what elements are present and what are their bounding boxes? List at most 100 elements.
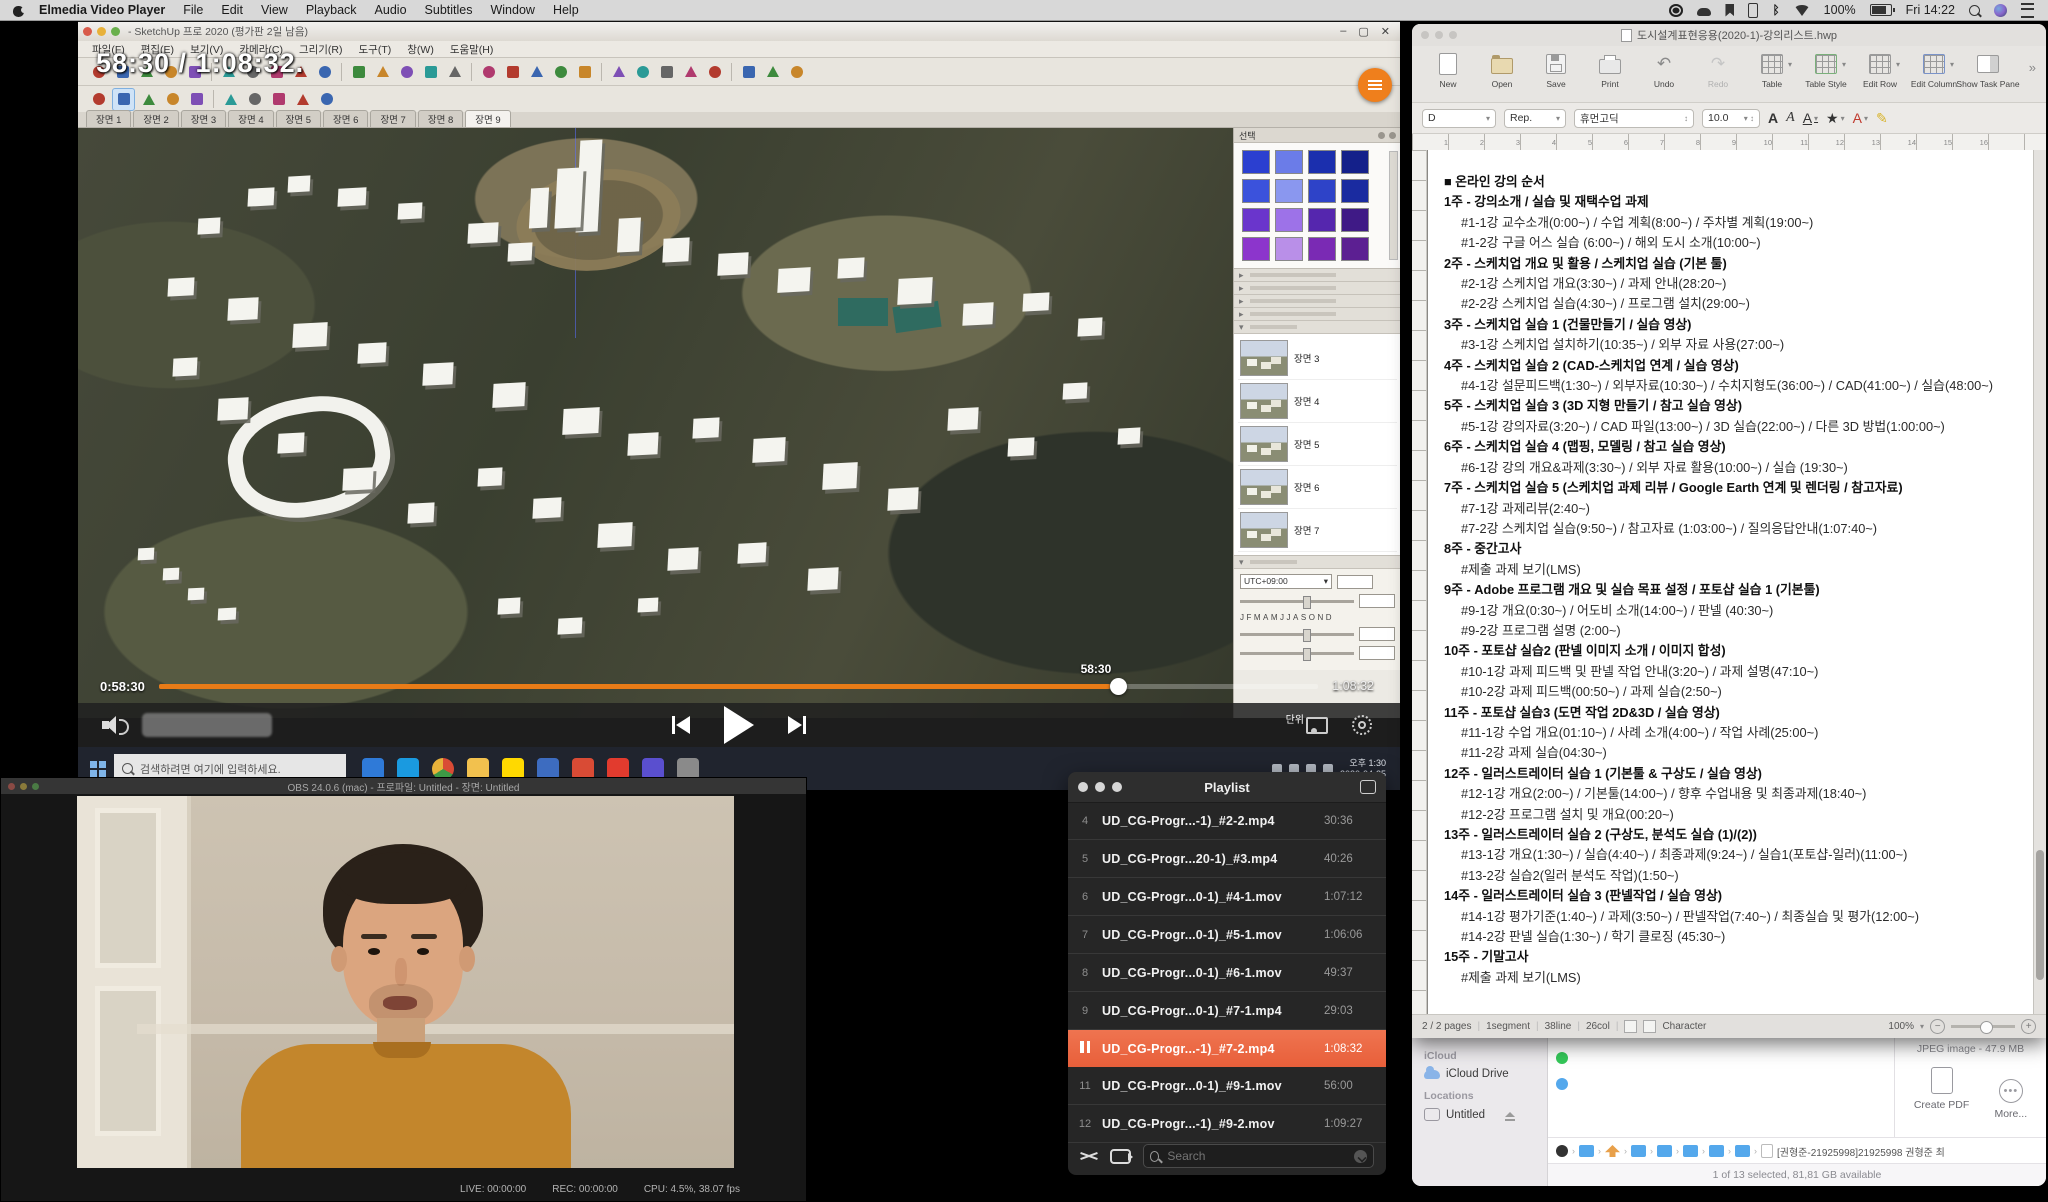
font-select[interactable]: 휴먼고딕↕ xyxy=(1574,109,1694,128)
hwp-toolbar-new-button[interactable]: New xyxy=(1422,52,1474,89)
next-track-button[interactable] xyxy=(788,716,806,734)
hwp-toolbar-open-button[interactable]: Open xyxy=(1476,52,1528,89)
hwp-toolbar-save-button[interactable]: Save xyxy=(1530,52,1582,89)
search-icon xyxy=(122,763,133,774)
active-app-name[interactable]: Elmedia Video Player xyxy=(39,3,165,17)
zoom-in-button[interactable]: + xyxy=(2021,1019,2036,1034)
zoom-slider[interactable] xyxy=(1951,1025,2015,1028)
playlist-row[interactable]: 11UD_CG-Progr...0-1)_#9-1.mov56:00 xyxy=(1068,1067,1386,1105)
sidebar-item-untitled[interactable]: Untitled xyxy=(1424,1108,1547,1121)
doc-week-heading: 1주 - 강의소개 / 실습 및 재택수업 과제 xyxy=(1444,192,2030,212)
playlist-row[interactable]: 8UD_CG-Progr...0-1)_#6-1.mov49:37 xyxy=(1068,954,1386,992)
playlist-row[interactable]: 6UD_CG-Progr...0-1)_#4-1.mov1:07:12 xyxy=(1068,878,1386,916)
highlight-pen-icon[interactable]: ✎ xyxy=(1876,110,1888,127)
playlist-row-name: UD_CG-Progr...0-1)_#5-1.mov xyxy=(1102,928,1324,942)
finder-path-bar[interactable]: › › › › › › › › [권형준-21925998]21925998 권… xyxy=(1548,1137,2046,1164)
seek-bar[interactable]: 58:30 xyxy=(159,684,1318,689)
siri-icon[interactable] xyxy=(1994,4,2007,17)
building xyxy=(554,167,583,228)
player-menu-button[interactable] xyxy=(1358,68,1392,102)
hwp-toolbar-icon: ▾ xyxy=(1921,52,1947,76)
playlist-row[interactable]: 9UD_CG-Progr...0-1)_#7-1.mp429:03 xyxy=(1068,992,1386,1030)
previous-track-button[interactable] xyxy=(672,716,690,734)
bold-button[interactable]: A xyxy=(1768,110,1778,126)
doc-lecture-line: #9-2강 프로그램 설명 (2:00~) xyxy=(1444,621,2030,641)
status-icon[interactable] xyxy=(1624,1020,1637,1033)
font-color-button[interactable]: A▾ xyxy=(1853,110,1868,126)
play-button[interactable] xyxy=(724,706,754,744)
document-scrollbar[interactable] xyxy=(2033,150,2046,1014)
hwp-toolbar-show-task-pane-button[interactable]: Show Task Pane xyxy=(1962,52,2014,89)
hwp-toolbar-edit-column-button[interactable]: ▾Edit Column xyxy=(1908,52,1960,89)
repeat-icon[interactable] xyxy=(1110,1149,1131,1164)
cloud-status-icon[interactable] xyxy=(1697,8,1711,16)
playlist-row[interactable]: 5UD_CG-Progr...20-1)_#3.mp440:26 xyxy=(1068,840,1386,878)
menu-item[interactable]: Help xyxy=(553,3,579,17)
style-select[interactable]: D▾ xyxy=(1422,109,1496,128)
spotlight-search-icon[interactable] xyxy=(1969,5,1980,16)
search-options-chevron-icon[interactable] xyxy=(1354,1150,1367,1163)
volume-icon[interactable] xyxy=(102,715,128,735)
playlist-row[interactable]: 4UD_CG-Progr...-1)_#2-2.mp430:36 xyxy=(1068,802,1386,840)
menu-item[interactable]: View xyxy=(261,3,288,17)
finder-file-list[interactable] xyxy=(1548,1038,1895,1138)
playlist-search-field[interactable] xyxy=(1143,1144,1374,1168)
playlist-row-name: UD_CG-Progr...-1)_#2-2.mp4 xyxy=(1102,814,1324,828)
playlist-row[interactable]: UD_CG-Progr...-1)_#7-2.mp41:08:32 xyxy=(1068,1030,1386,1067)
zoom-out-button[interactable]: − xyxy=(1930,1019,1945,1034)
hwp-toolbar-print-button[interactable]: Print xyxy=(1584,52,1636,89)
airplay-icon[interactable] xyxy=(1306,717,1328,734)
hwp-toolbar-table-button[interactable]: ▾Table xyxy=(1746,52,1798,89)
doc-week-heading: 14주 - 일러스트레이터 실습 3 (판넬작업 / 실습 영상) xyxy=(1444,886,2030,906)
preset-select[interactable]: Rep.▾ xyxy=(1504,109,1566,128)
zoom-level[interactable]: 100% xyxy=(1888,1021,1914,1032)
playlist-row[interactable]: 7UD_CG-Progr...0-1)_#5-1.mov1:06:06 xyxy=(1068,916,1386,954)
seek-knob[interactable] xyxy=(1110,678,1127,695)
effects-button[interactable]: ★▾ xyxy=(1826,110,1845,127)
playlist-panel-icon[interactable] xyxy=(1360,780,1376,794)
hwp-toolbar-table-style-button[interactable]: ▾Table Style xyxy=(1800,52,1852,89)
notification-center-icon[interactable] xyxy=(2021,3,2034,18)
bluetooth-icon[interactable]: ᛒ xyxy=(1772,4,1779,17)
create-pdf-action[interactable]: Create PDF xyxy=(1914,1067,1969,1111)
shuffle-icon[interactable] xyxy=(1080,1149,1098,1163)
menu-item[interactable]: Subtitles xyxy=(425,3,473,17)
font-size-select[interactable]: 10.0▾ ↕ xyxy=(1702,109,1760,128)
wifi-icon[interactable] xyxy=(1794,5,1810,16)
toolbar-overflow-button[interactable]: » xyxy=(2029,52,2042,75)
hwp-toolbar-edit-row-button[interactable]: ▾Edit Row xyxy=(1854,52,1906,89)
playlist-title: Playlist xyxy=(1204,780,1250,795)
playlist-search-input[interactable] xyxy=(1165,1148,1348,1164)
bookmark-status-icon[interactable] xyxy=(1725,4,1734,17)
menu-item[interactable]: Audio xyxy=(375,3,407,17)
obs-status-icon[interactable] xyxy=(1669,4,1683,17)
obs-traffic-lights[interactable] xyxy=(8,783,39,790)
playlist-traffic-lights[interactable] xyxy=(1078,782,1122,792)
menu-bar-clock[interactable]: Fri 14:22 xyxy=(1906,3,1955,17)
color-swatch xyxy=(1242,179,1270,203)
scrollbar-thumb[interactable] xyxy=(2036,850,2044,980)
menu-item[interactable]: File xyxy=(183,3,203,17)
hwp-status-bar: 2 / 2 pages| 1segment| 38line| 26col| Ch… xyxy=(1412,1014,2046,1038)
more-action[interactable]: ••• More... xyxy=(1994,1079,2027,1120)
cloud-status-icon xyxy=(1556,1078,1568,1090)
building xyxy=(1063,382,1088,399)
document-page[interactable]: ■ 온라인 강의 순서1주 - 강의소개 / 실습 및 재택수업 과제#1-1강… xyxy=(1427,150,2034,1014)
menu-item[interactable]: Playback xyxy=(306,3,357,17)
menu-item[interactable]: Window xyxy=(490,3,534,17)
underline-button[interactable]: A▾ xyxy=(1803,110,1818,126)
video-player-window: - SketchUp 프로 2020 (평가판 2일 남음) –▢✕ 파일(F)… xyxy=(78,20,1400,790)
eject-icon[interactable] xyxy=(1505,1112,1515,1117)
settings-gear-icon[interactable] xyxy=(1352,715,1372,735)
battery-icon[interactable] xyxy=(1870,4,1892,16)
sidebar-item-icloud-drive[interactable]: iCloud Drive xyxy=(1424,1068,1547,1080)
page-indicator: 2 / 2 pages xyxy=(1422,1021,1471,1032)
hwp-toolbar-undo-button[interactable]: ↶Undo xyxy=(1638,52,1690,89)
device-status-icon[interactable] xyxy=(1748,3,1758,18)
apple-logo-icon[interactable] xyxy=(12,4,25,17)
menu-item[interactable]: Edit xyxy=(221,3,243,17)
italic-button[interactable]: A xyxy=(1786,110,1795,126)
status-icon[interactable] xyxy=(1643,1020,1656,1033)
hwp-traffic-lights[interactable] xyxy=(1421,31,1457,39)
sketchup-tool-icon xyxy=(88,89,109,110)
